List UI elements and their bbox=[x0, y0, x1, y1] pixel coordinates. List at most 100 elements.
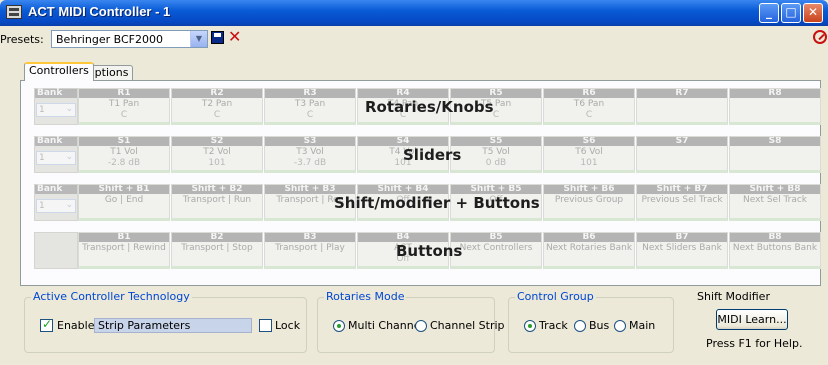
cell-label: T3 Pan bbox=[294, 99, 326, 109]
rotaries-overlay-label: Rotaries/Knobs bbox=[365, 98, 494, 116]
enable-checkbox[interactable] bbox=[40, 317, 53, 332]
bank-dropdown[interactable]: 1 bbox=[36, 103, 76, 117]
cell-header: Shift + B4 bbox=[358, 185, 448, 194]
cell-header: Shift + B7 bbox=[637, 185, 727, 194]
button-cell[interactable]: B6 Next Rotaries Bank bbox=[543, 232, 635, 269]
rotary-cell[interactable]: R2 T2 Pan C bbox=[171, 88, 263, 125]
slider-cell[interactable]: S6 T6 Vol 101 bbox=[543, 136, 635, 173]
disable-icon[interactable] bbox=[813, 30, 827, 44]
presets-value: Behringer BCF2000 bbox=[56, 33, 163, 46]
slider-cell[interactable]: S7 bbox=[636, 136, 728, 173]
cell-header: Shift + B8 bbox=[730, 185, 820, 194]
rotary-cell[interactable]: R1 T1 Pan C bbox=[78, 88, 170, 125]
multi-channel-label: Multi Channel bbox=[348, 319, 424, 332]
cell-label: Transport | Stop bbox=[181, 243, 253, 253]
bank-label: Bank bbox=[35, 185, 77, 194]
shift-button-cell[interactable]: Shift + B7 Previous Sel Track bbox=[636, 184, 728, 221]
cell-label: T2 Vol bbox=[203, 147, 231, 157]
cell-header: B4 bbox=[358, 233, 448, 242]
maximize-button[interactable]: □ bbox=[781, 3, 801, 23]
main-radio[interactable] bbox=[614, 320, 626, 332]
bank-selector[interactable]: Bank 1 bbox=[34, 88, 78, 125]
cell-header: B7 bbox=[637, 233, 727, 242]
shift-button-cell[interactable]: Shift + B1 Go | End bbox=[78, 184, 170, 221]
cell-header: R6 bbox=[544, 89, 634, 98]
cell-value: 0 dB bbox=[485, 158, 507, 168]
enable-label: Enable bbox=[57, 319, 95, 332]
cell-header: R8 bbox=[730, 89, 820, 98]
presets-label: Presets: bbox=[0, 33, 44, 46]
bank-dropdown[interactable]: 1 bbox=[36, 151, 76, 165]
cell-label: Go | End bbox=[104, 195, 144, 205]
slider-cell[interactable]: S8 bbox=[729, 136, 821, 173]
title-bar: ACT MIDI Controller - 1 _ □ ✕ bbox=[0, 0, 828, 26]
button-cell[interactable]: B8 Next Buttons Bank bbox=[729, 232, 821, 269]
cell-header: S7 bbox=[637, 137, 727, 146]
cell-label: T2 Pan bbox=[201, 99, 233, 109]
rotary-cell[interactable]: R8 bbox=[729, 88, 821, 125]
close-button[interactable]: ✕ bbox=[803, 3, 823, 23]
shift-button-cell[interactable]: Shift + B2 Transport | Run bbox=[171, 184, 263, 221]
buttons-overlay-label: Buttons bbox=[396, 242, 463, 260]
delete-preset-icon[interactable]: ✕ bbox=[228, 28, 241, 46]
midi-learn-button[interactable]: MIDI Learn... bbox=[716, 309, 788, 330]
button-cell[interactable]: B2 Transport | Stop bbox=[171, 232, 263, 269]
cell-header: S2 bbox=[172, 137, 262, 146]
lock-label: Lock bbox=[275, 319, 301, 332]
act-group-title: Active Controller Technology bbox=[31, 290, 192, 303]
rotaries-row: Bank1 R1T1 PanC R2T2 PanC R3T3 PanC R4T4… bbox=[34, 88, 828, 128]
sliders-row: Bank 1 S1T1 Vol-2.8 dB S2T2 Vol101 S3T3 V… bbox=[34, 136, 828, 176]
button-cell[interactable]: B3 Transport | Play bbox=[264, 232, 356, 269]
shift-button-cell[interactable]: Shift + B6 Previous Group bbox=[543, 184, 635, 221]
cell-value: C bbox=[585, 110, 593, 120]
bank-dropdown[interactable]: 1 bbox=[36, 199, 76, 213]
shift-buttons-overlay-label: Shift/modifier + Buttons bbox=[334, 194, 540, 212]
cell-value: C bbox=[213, 110, 221, 120]
cell-label: Next Sliders Bank bbox=[642, 243, 722, 253]
rotary-cell[interactable]: R3 T3 Pan C bbox=[264, 88, 356, 125]
cell-header: S1 bbox=[79, 137, 169, 146]
control-group-title: Control Group bbox=[515, 290, 596, 303]
cell-label: T1 Vol bbox=[110, 147, 138, 157]
cell-label: T6 Vol bbox=[575, 147, 603, 157]
tab-controllers[interactable]: Controllers bbox=[24, 62, 94, 81]
track-radio[interactable] bbox=[524, 320, 536, 332]
help-text: Press F1 for Help. bbox=[706, 337, 803, 350]
presets-dropdown[interactable]: Behringer BCF2000 ▼ bbox=[51, 30, 208, 48]
cell-label: Transport | Rewind bbox=[82, 243, 166, 253]
buttons-row: B1 Transport | Rewind B2 Transport | Stop … bbox=[34, 232, 828, 272]
slider-cell[interactable]: S1 T1 Vol -2.8 dB bbox=[78, 136, 170, 173]
slider-cell[interactable]: S5 T5 Vol 0 dB bbox=[450, 136, 542, 173]
chevron-down-icon[interactable]: ▼ bbox=[190, 31, 207, 47]
bank-selector[interactable]: Bank 1 bbox=[34, 184, 78, 221]
slider-cell[interactable]: S2 T2 Vol 101 bbox=[171, 136, 263, 173]
cell-header: B8 bbox=[730, 233, 820, 242]
multi-channel-radio[interactable] bbox=[333, 320, 345, 332]
lock-checkbox[interactable] bbox=[259, 319, 272, 332]
channel-strip-label: Channel Strip bbox=[430, 319, 505, 332]
button-cell[interactable]: B7 Next Sliders Bank bbox=[636, 232, 728, 269]
track-label: Track bbox=[539, 319, 568, 332]
bank-label: Bank bbox=[35, 89, 77, 98]
bank-selector[interactable]: Bank 1 bbox=[34, 136, 78, 173]
bank-placeholder bbox=[34, 232, 78, 269]
slider-cell[interactable]: S3 T3 Vol -3.7 dB bbox=[264, 136, 356, 173]
channel-strip-radio[interactable] bbox=[415, 320, 427, 332]
cell-header: R3 bbox=[265, 89, 355, 98]
cell-value: -3.7 dB bbox=[293, 158, 327, 168]
cell-label: Next Controllers bbox=[459, 243, 533, 253]
shift-button-cell[interactable]: Shift + B8 Next Sel Track bbox=[729, 184, 821, 221]
act-parameters-field[interactable]: Strip Parameters bbox=[94, 318, 252, 333]
minimize-button[interactable]: _ bbox=[759, 3, 779, 23]
bank-label: Bank bbox=[35, 137, 77, 146]
window-title: ACT MIDI Controller - 1 bbox=[28, 4, 171, 19]
save-preset-icon[interactable] bbox=[211, 31, 224, 44]
rotary-cell[interactable]: R7 bbox=[636, 88, 728, 125]
button-cell[interactable]: B5 Next Controllers bbox=[450, 232, 542, 269]
button-cell[interactable]: B1 Transport | Rewind bbox=[78, 232, 170, 269]
cell-header: S8 bbox=[730, 137, 820, 146]
shift-modifier-title: Shift Modifier bbox=[695, 290, 772, 303]
rotary-cell[interactable]: R6 T6 Pan C bbox=[543, 88, 635, 125]
cell-label: Next Rotaries Bank bbox=[545, 243, 633, 253]
bus-radio[interactable] bbox=[574, 320, 586, 332]
